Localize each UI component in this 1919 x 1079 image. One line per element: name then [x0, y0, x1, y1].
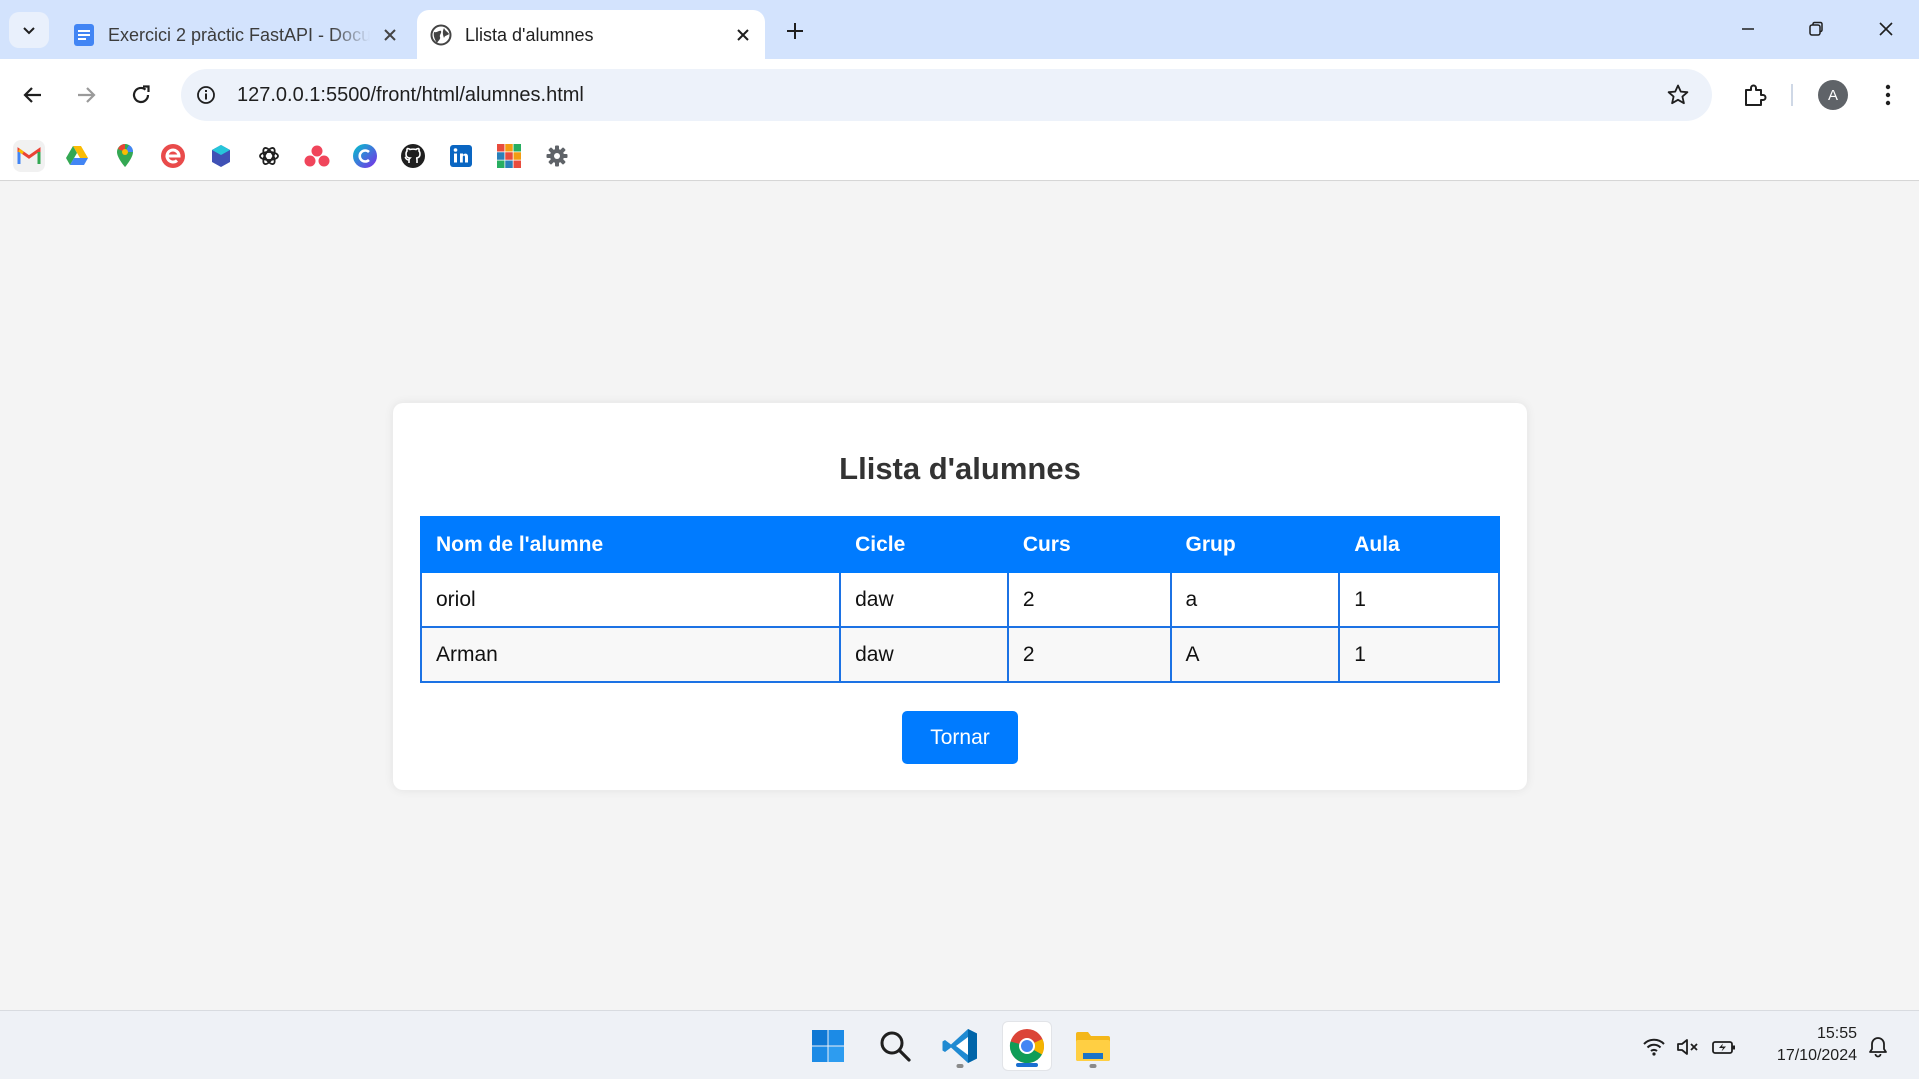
chevron-down-icon: [23, 27, 35, 35]
github-icon[interactable]: [397, 140, 429, 172]
running-indicator: [1089, 1064, 1097, 1068]
cell-curs: 2: [1006, 626, 1172, 683]
close-icon[interactable]: [376, 21, 404, 49]
cell-curs: 2: [1006, 571, 1172, 628]
tab-title: Exercici 2 pràctic FastAPI - Docu: [108, 25, 370, 45]
back-to-home-button[interactable]: Tornar: [902, 711, 1018, 764]
site-info-icon[interactable]: [191, 80, 221, 110]
bookmarks-bar: [0, 130, 1919, 181]
column-header-grup: Grup: [1169, 516, 1341, 573]
column-header-aula: Aula: [1338, 516, 1500, 573]
restore-icon: [1809, 21, 1823, 36]
battery-charging-icon[interactable]: [1710, 1033, 1738, 1061]
tab-title: Llista d'alumnes: [465, 25, 594, 45]
back-button[interactable]: [13, 75, 53, 115]
arrow-left-icon: [23, 87, 41, 103]
notifications-bell-icon[interactable]: [1864, 1033, 1892, 1061]
cell-cicle: daw: [839, 626, 1009, 683]
google-drive-icon[interactable]: [61, 140, 93, 172]
column-header-cicle: Cicle: [839, 516, 1009, 573]
tab-google-doc[interactable]: Exercici 2 pràctic FastAPI - Docu: [60, 10, 412, 59]
chrome-icon[interactable]: [1002, 1021, 1052, 1071]
bookmark-star-icon[interactable]: [1660, 77, 1696, 113]
browser-toolbar: 127.0.0.1:5500/front/html/alumnes.html A: [0, 59, 1919, 130]
openai-icon[interactable]: [253, 140, 285, 172]
globe-icon: [429, 23, 453, 47]
linkedin-icon[interactable]: [445, 140, 477, 172]
address-url: 127.0.0.1:5500/front/html/alumnes.html: [237, 83, 584, 106]
profile-avatar[interactable]: A: [1818, 80, 1848, 110]
plus-icon: [787, 23, 803, 39]
clock-time: 15:55: [1816, 1025, 1857, 1042]
google-docs-icon: [72, 23, 96, 47]
cell-name: oriol: [419, 571, 842, 628]
tab-search-button[interactable]: [9, 12, 49, 48]
column-header-name: Nom de l'alumne: [419, 516, 842, 573]
page-title: Llista d'alumnes: [839, 451, 1081, 486]
tab-llista-alumnes[interactable]: Llista d'alumnes: [417, 10, 765, 59]
clock-date: 17/10/2024: [1776, 1047, 1857, 1064]
students-table: Nom de l'alumne Cicle Curs Grup Aula ori…: [419, 516, 1500, 683]
reload-icon: [132, 85, 150, 104]
layers-app-icon[interactable]: [205, 140, 237, 172]
extensions-puzzle-icon[interactable]: [1735, 75, 1775, 115]
speaker-muted-icon[interactable]: [1674, 1033, 1702, 1061]
restore-button[interactable]: [1788, 6, 1844, 52]
cell-grup: A: [1169, 626, 1341, 683]
students-card: Llista d'alumnes Nom de l'alumne Cicle C…: [393, 403, 1527, 790]
page-viewport: Llista d'alumnes Nom de l'alumne Cicle C…: [0, 182, 1919, 1010]
reload-button[interactable]: [121, 75, 161, 115]
running-indicator: [956, 1064, 964, 1068]
asana-icon[interactable]: [301, 140, 333, 172]
toolbar-divider: [1791, 84, 1793, 106]
cell-grup: a: [1169, 571, 1341, 628]
cell-aula: 1: [1338, 626, 1500, 683]
new-tab-button[interactable]: [778, 14, 812, 48]
edpuzzle-icon[interactable]: [157, 140, 189, 172]
cell-cicle: daw: [839, 571, 1009, 628]
cell-name: Arman: [419, 626, 842, 683]
column-header-curs: Curs: [1006, 516, 1172, 573]
vscode-icon[interactable]: [935, 1021, 985, 1071]
system-clock[interactable]: 15:55 17/10/2024: [1755, 1023, 1857, 1067]
windows-taskbar: 15:55 17/10/2024: [0, 1010, 1919, 1079]
more-menu-icon[interactable]: [1868, 75, 1908, 115]
minimize-icon: [1742, 28, 1754, 30]
table-row: Arman daw 2 A 1: [419, 626, 1500, 683]
arrow-right-icon: [78, 87, 96, 103]
address-bar[interactable]: 127.0.0.1:5500/front/html/alumnes.html: [181, 69, 1712, 121]
tinkercad-icon[interactable]: [493, 140, 525, 172]
gmail-icon[interactable]: [13, 140, 45, 172]
windows-start-icon[interactable]: [803, 1021, 853, 1071]
google-maps-icon[interactable]: [109, 140, 141, 172]
settings-gear-icon[interactable]: [541, 140, 573, 172]
table-header-row: Nom de l'alumne Cicle Curs Grup Aula: [419, 516, 1500, 573]
canva-icon[interactable]: [349, 140, 381, 172]
cell-aula: 1: [1338, 571, 1500, 628]
close-icon: [1879, 22, 1893, 36]
file-explorer-icon[interactable]: [1068, 1021, 1118, 1071]
search-icon[interactable]: [870, 1021, 920, 1071]
wifi-icon[interactable]: [1640, 1033, 1668, 1061]
active-indicator: [1016, 1063, 1038, 1067]
tab-strip: Exercici 2 pràctic FastAPI - Docu Llista…: [0, 0, 1919, 59]
minimize-button[interactable]: [1720, 6, 1776, 52]
table-row: oriol daw 2 a 1: [419, 571, 1500, 628]
close-window-button[interactable]: [1858, 6, 1914, 52]
forward-button[interactable]: [66, 75, 106, 115]
close-icon[interactable]: [729, 21, 757, 49]
